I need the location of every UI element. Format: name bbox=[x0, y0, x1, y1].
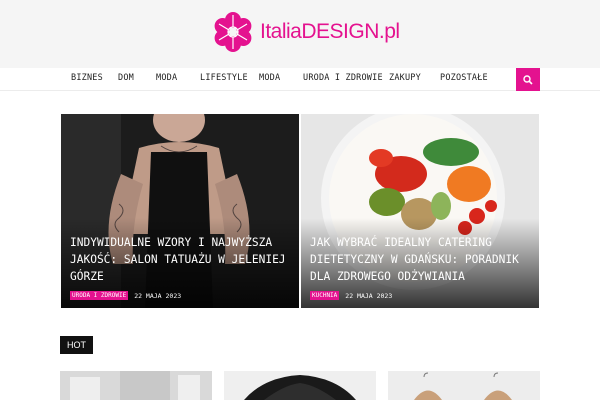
category-badge[interactable]: KUCHNIA bbox=[310, 291, 340, 300]
featured-post-1[interactable]: INDYWIDUALNE WZORY I NAJWYŻSZA JAKOŚĆ: S… bbox=[61, 114, 299, 308]
search-icon bbox=[523, 74, 533, 85]
nav-item-moda-2[interactable]: MODA bbox=[259, 73, 280, 83]
site-name: ItaliaDESIGN.pl bbox=[260, 20, 400, 43]
hot-post-thumb-1[interactable] bbox=[60, 371, 212, 400]
site-header: ItaliaDESIGN.pl bbox=[0, 0, 600, 68]
search-button[interactable] bbox=[516, 68, 540, 91]
nav-item-pozostale[interactable]: POZOSTAŁE bbox=[440, 73, 488, 83]
post-date: 22 MAJA 2023 bbox=[345, 291, 393, 300]
nav-item-dom[interactable]: DOM bbox=[118, 73, 134, 83]
thumb-image bbox=[60, 371, 212, 400]
main-nav: BIZNES DOM MODA LIFESTYLE MODA URODA I Z… bbox=[0, 68, 600, 91]
nav-item-biznes[interactable]: BIZNES bbox=[71, 73, 103, 83]
post-title[interactable]: INDYWIDUALNE WZORY I NAJWYŻSZA JAKOŚĆ: S… bbox=[70, 234, 292, 285]
flower-icon bbox=[214, 12, 252, 52]
thumb-image bbox=[224, 371, 376, 400]
post-meta: URODA I ZDROWIE 22 MAJA 2023 bbox=[70, 291, 181, 300]
thumb-image bbox=[388, 371, 540, 400]
hot-section-label: HOT bbox=[60, 336, 93, 354]
hot-post-thumb-2[interactable] bbox=[224, 371, 376, 400]
category-badge[interactable]: URODA I ZDROWIE bbox=[70, 291, 129, 300]
site-logo[interactable]: ItaliaDESIGN.pl bbox=[212, 11, 400, 53]
post-title[interactable]: JAK WYBRAĆ IDEALNY CATERING DIETETYCZNY … bbox=[310, 234, 532, 285]
nav-item-uroda-i-zdrowie[interactable]: URODA I ZDROWIE bbox=[303, 73, 383, 83]
nav-item-lifestyle[interactable]: LIFESTYLE bbox=[200, 73, 248, 83]
nav-item-moda[interactable]: MODA bbox=[156, 73, 177, 83]
post-meta: KUCHNIA 22 MAJA 2023 bbox=[310, 291, 392, 300]
post-date: 22 MAJA 2023 bbox=[134, 291, 182, 300]
nav-item-zakupy[interactable]: ZAKUPY bbox=[389, 73, 421, 83]
featured-post-2[interactable]: JAK WYBRAĆ IDEALNY CATERING DIETETYCZNY … bbox=[301, 114, 539, 308]
hot-post-thumb-3[interactable] bbox=[388, 371, 540, 400]
